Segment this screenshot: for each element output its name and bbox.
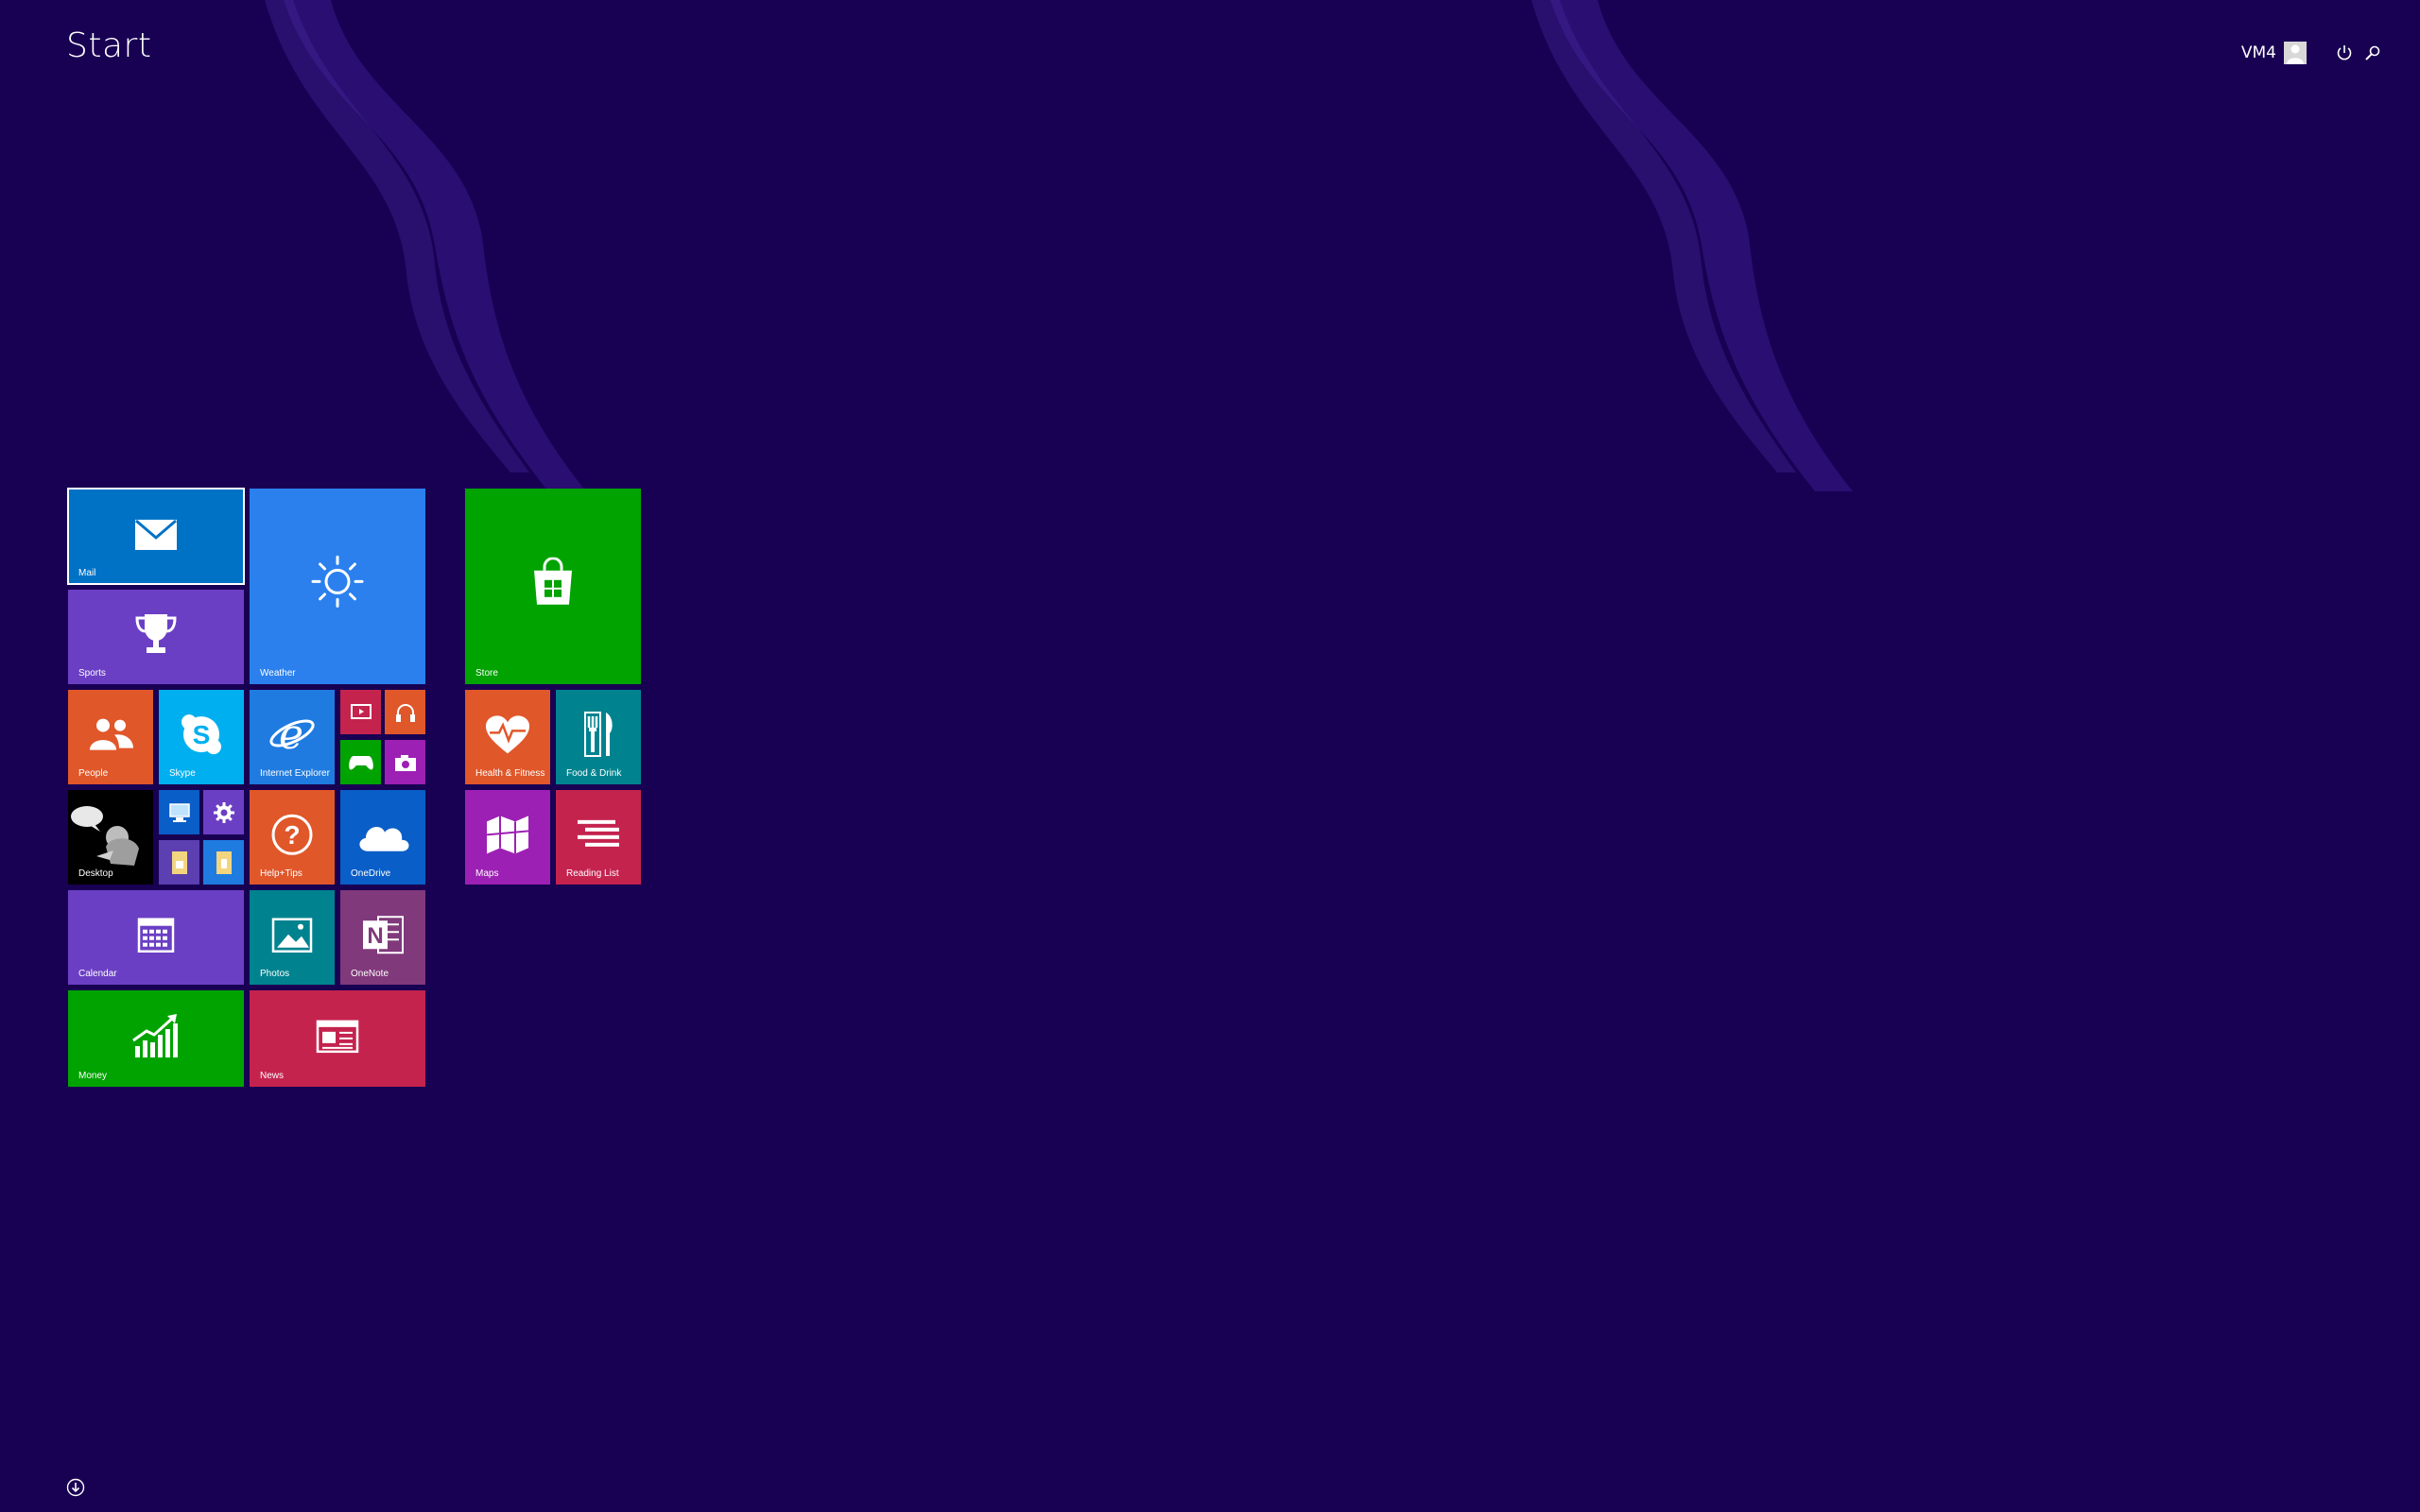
computer-icon [168,802,190,822]
tile-label: Health & Fitness [475,768,545,779]
tile-label: Money [78,1071,108,1081]
tile-label: Mail [78,568,96,578]
tile-label: Photos [260,969,290,979]
tile-camera[interactable] [385,740,425,784]
tile-desktop[interactable]: Desktop [68,790,153,885]
tile-food-drink[interactable]: Food & Drink [556,690,641,784]
map-icon [486,816,529,854]
fork-knife-icon [584,712,613,757]
game-controller-icon [348,755,373,770]
all-apps-button[interactable] [66,1478,85,1497]
tile-pc-settings[interactable] [203,790,244,834]
people-icon [90,718,133,750]
news-icon [316,1020,359,1054]
tile-label: Store [475,668,498,679]
svg-text:?: ? [284,820,300,850]
mail-icon [135,519,177,550]
tile-music[interactable] [385,690,425,734]
tile-weather[interactable]: Weather [250,489,425,684]
stock-chart-icon [132,1014,178,1057]
heart-icon [486,715,529,754]
tile-label: Food & Drink [566,768,622,779]
tile-documents[interactable] [203,840,244,885]
tile-onedrive[interactable]: OneDrive [340,790,425,885]
list-lines-icon [578,819,619,847]
tile-label: Sports [78,668,106,679]
tile-label: Desktop [78,868,113,879]
tile-health-fitness[interactable]: Health & Fitness [465,690,550,784]
gear-icon [213,801,234,823]
tile-label: OneNote [351,969,389,979]
video-icon [350,703,372,719]
cloud-icon [359,827,409,851]
tile-file-explorer[interactable] [159,840,199,885]
tile-label: Calendar [78,969,117,979]
tile-sports[interactable]: Sports [68,590,244,684]
tile-people[interactable]: People [68,690,153,784]
tile-label: News [260,1071,285,1081]
folder-icon [216,850,232,874]
tile-reading-list[interactable]: Reading List [556,790,641,885]
store-bag-icon [534,557,572,605]
background-swirl-left [265,0,586,491]
tile-label: OneDrive [351,868,391,879]
tile-money[interactable]: Money [68,990,244,1087]
tile-photos[interactable]: Photos [250,890,335,985]
skype-icon: S [182,714,221,755]
help-icon: ? [271,814,313,855]
search-icon[interactable] [2363,43,2382,62]
tile-onenote[interactable]: N OneNote [340,890,425,985]
sun-icon [311,555,364,608]
user-name[interactable]: VM4 [2241,43,2276,62]
page-title: Start [66,26,152,65]
headphones-icon [395,703,415,722]
camera-icon [394,754,416,771]
background-swirl-right [1531,0,1853,491]
internet-explorer-icon: e [269,711,315,758]
tile-label: Help+Tips [260,868,302,879]
calendar-icon [137,918,175,953]
tile-calendar[interactable]: Calendar [68,890,244,985]
user-avatar-icon[interactable] [2284,42,2307,64]
tile-label: Skype [169,768,196,779]
tile-skype[interactable]: S Skype [159,690,244,784]
tile-label: Internet Explorer [260,768,330,779]
tile-label: Reading List [566,868,619,879]
tile-maps[interactable]: Maps [465,790,550,885]
photo-icon [271,918,313,953]
onenote-icon: N [363,916,404,954]
svg-text:N: N [367,923,383,949]
tile-this-pc[interactable] [159,790,199,834]
tile-label: Weather [260,668,296,679]
tile-mail[interactable]: Mail [67,488,245,585]
trophy-icon [135,614,177,653]
tile-games[interactable] [340,740,381,784]
tile-store[interactable]: Store [465,489,641,684]
tile-video[interactable] [340,690,381,734]
tile-internet-explorer[interactable]: e Internet Explorer [250,690,335,784]
power-icon[interactable] [2335,43,2354,62]
tile-news[interactable]: News [250,990,425,1087]
tile-label: People [78,768,109,779]
svg-text:S: S [193,720,211,749]
top-right-bar: VM4 [2241,38,2382,68]
folder-icon [171,850,187,874]
svg-text:e: e [279,711,303,758]
tile-help-tips[interactable]: ? Help+Tips [250,790,335,885]
tile-label: Maps [475,868,499,879]
